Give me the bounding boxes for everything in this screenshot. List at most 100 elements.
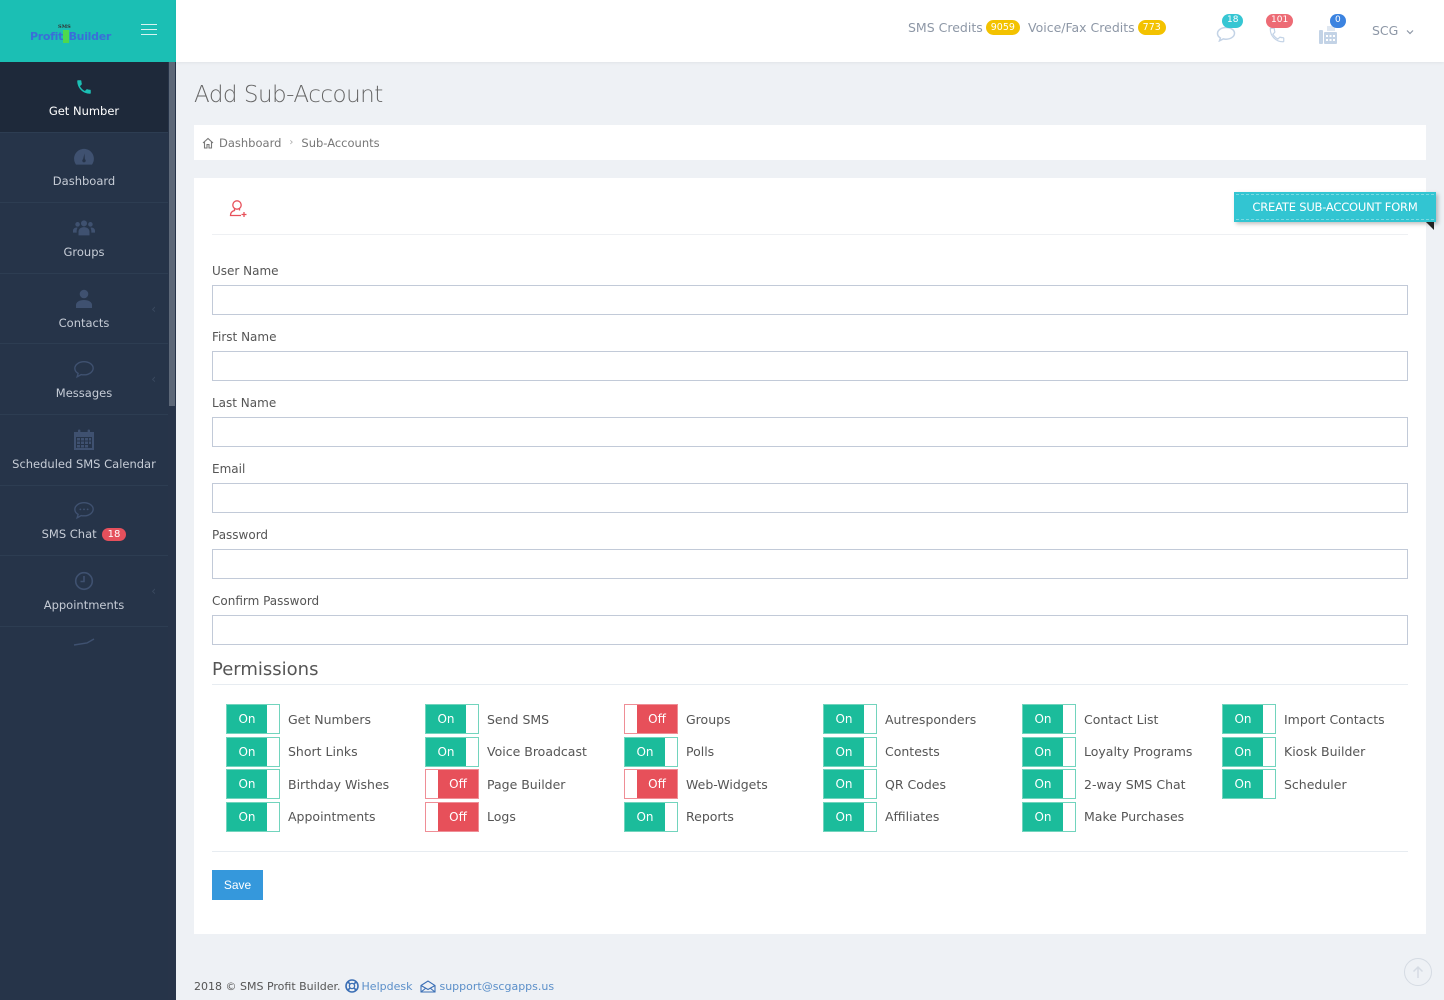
permission-toggle[interactable]: On	[823, 769, 877, 799]
toggle-knob	[625, 705, 637, 733]
permission-item: On Kiosk Builder	[1222, 736, 1365, 767]
permission-toggle[interactable]: On	[226, 704, 280, 734]
toggle-state-label: On	[824, 705, 864, 733]
groups-icon	[73, 217, 95, 239]
sidebar-item-appointments[interactable]: Appointments ‹	[0, 556, 168, 627]
sidebar-scrollbar-thumb[interactable]	[169, 62, 175, 406]
confirm-password-field-group: Confirm Password	[212, 594, 1408, 645]
permission-toggle[interactable]: On	[226, 736, 280, 767]
permission-label: QR Codes	[885, 776, 947, 792]
permission-toggle[interactable]: On	[823, 704, 877, 734]
sidebar-item-scheduled-sms-calendar[interactable]: Scheduled SMS Calendar	[0, 415, 168, 486]
sidebar-item-dashboard[interactable]: Dashboard	[0, 133, 168, 204]
toggle-state-label: On	[426, 705, 466, 733]
sidebar-scrollbar[interactable]	[168, 62, 176, 1000]
username-input[interactable]	[212, 285, 1408, 315]
toggle-state-label: On	[227, 770, 267, 798]
menu-toggle-icon[interactable]	[141, 24, 157, 36]
call-count-badge: 101	[1266, 14, 1294, 28]
sidebar-item-groups[interactable]: Groups	[0, 203, 168, 274]
email-input[interactable]	[212, 483, 1408, 513]
toggle-state-label: On	[1023, 770, 1063, 798]
user-name: SCG	[1372, 23, 1399, 38]
top-header: SMS Credits 9059 Voice/Fax Credits 773 1…	[176, 0, 1444, 62]
permission-toggle[interactable]: On	[1022, 801, 1076, 832]
permission-label: Make Purchases	[1084, 809, 1185, 824]
fax-notifications-button[interactable]: 0	[1316, 14, 1346, 48]
permission-label: Short Links	[288, 744, 358, 759]
permission-toggle[interactable]: Off	[624, 769, 678, 799]
permission-toggle[interactable]: Off	[425, 801, 479, 832]
support-email-link[interactable]: support@scgapps.us	[420, 980, 554, 993]
permission-toggle[interactable]: On	[1222, 736, 1276, 767]
user-menu[interactable]: SCG	[1372, 23, 1414, 38]
permission-toggle[interactable]: On	[1222, 704, 1276, 734]
footer: 2018 © SMS Profit Builder. Helpdesk supp…	[194, 979, 554, 993]
permission-item: On Appointments	[226, 801, 376, 832]
permission-toggle[interactable]: On	[823, 736, 877, 767]
permission-toggle[interactable]: Off	[425, 769, 479, 799]
toggle-state-label: On	[1223, 770, 1263, 798]
toggle-knob	[1063, 802, 1075, 831]
permission-toggle[interactable]: On	[624, 736, 678, 767]
permission-label: Reports	[686, 809, 734, 824]
permission-label: Import Contacts	[1284, 711, 1385, 727]
permission-item: Off Web-Widgets	[624, 769, 768, 799]
helpdesk-link[interactable]: Helpdesk	[344, 979, 412, 993]
scroll-to-top-button[interactable]	[1404, 958, 1432, 986]
save-button[interactable]: Save	[212, 870, 263, 900]
toggle-state-label: On	[1023, 705, 1063, 733]
permission-toggle[interactable]: On	[823, 801, 877, 832]
permission-label: Page Builder	[487, 776, 566, 792]
chat-notifications-button[interactable]: 18	[1214, 14, 1244, 48]
permission-label: Send SMS	[487, 711, 550, 727]
sidebar-item-sms-chat[interactable]: SMS Chat 18	[0, 486, 168, 557]
sidebar-item-contacts[interactable]: Contacts ‹	[0, 274, 168, 345]
chat-icon	[73, 499, 95, 521]
ribbon-tail	[1426, 222, 1434, 230]
submenu-chevron-icon: ‹	[151, 301, 156, 316]
permission-item: On Polls	[624, 736, 714, 767]
permission-item: Off Logs	[425, 801, 516, 832]
sms-credits-label: SMS Credits	[908, 20, 983, 35]
sidebar-item-more[interactable]	[0, 627, 168, 657]
call-notifications-button[interactable]: 101	[1264, 14, 1294, 48]
permission-toggle[interactable]: On	[1022, 704, 1076, 734]
toggle-state-label: On	[625, 737, 665, 766]
permission-toggle[interactable]: Off	[624, 704, 678, 734]
toggle-knob	[426, 802, 438, 831]
permission-item: Off Page Builder	[425, 769, 565, 799]
brand-logo[interactable]: SMS Profit Builder	[30, 24, 111, 46]
breadcrumb-dashboard-link[interactable]: Dashboard	[219, 136, 281, 150]
sidebar-item-label-row: SMS Chat 18	[42, 527, 127, 541]
password-label: Password	[212, 528, 269, 542]
add-user-icon	[229, 199, 249, 222]
first-name-input[interactable]	[212, 351, 1408, 381]
permission-toggle[interactable]: On	[425, 736, 479, 767]
permission-item: On Contests	[823, 736, 940, 767]
home-icon	[202, 137, 214, 149]
permission-toggle[interactable]: On	[226, 769, 280, 799]
permission-toggle[interactable]: On	[226, 801, 280, 832]
first-name-field-group: First Name	[212, 330, 1408, 381]
permission-toggle[interactable]: On	[1222, 769, 1276, 799]
footer-copyright: 2018 © SMS Profit Builder.	[194, 979, 341, 993]
create-sub-account-ribbon: CREATE SUB-ACCOUNT FORM	[1234, 192, 1436, 222]
permission-label: Scheduler	[1284, 776, 1347, 792]
permission-toggle[interactable]: On	[1022, 736, 1076, 767]
toggle-knob	[1263, 770, 1275, 798]
toggle-state-label: On	[227, 737, 267, 766]
permission-toggle[interactable]: On	[624, 801, 678, 832]
permission-toggle[interactable]: On	[1022, 769, 1076, 799]
confirm-password-input[interactable]	[212, 615, 1408, 645]
breadcrumb-current: Sub-Accounts	[301, 135, 380, 150]
permission-label: Get Numbers	[288, 711, 371, 727]
toggle-state-label: Off	[637, 705, 677, 733]
toggle-state-label: On	[1223, 737, 1263, 766]
password-input[interactable]	[212, 549, 1408, 579]
permission-toggle[interactable]: On	[425, 704, 479, 734]
sidebar-item-get-number[interactable]: Get Number	[0, 62, 168, 133]
sidebar-item-messages[interactable]: Messages ‹	[0, 344, 168, 415]
sidebar-item-label: Contacts	[58, 315, 110, 330]
last-name-input[interactable]	[212, 417, 1408, 447]
